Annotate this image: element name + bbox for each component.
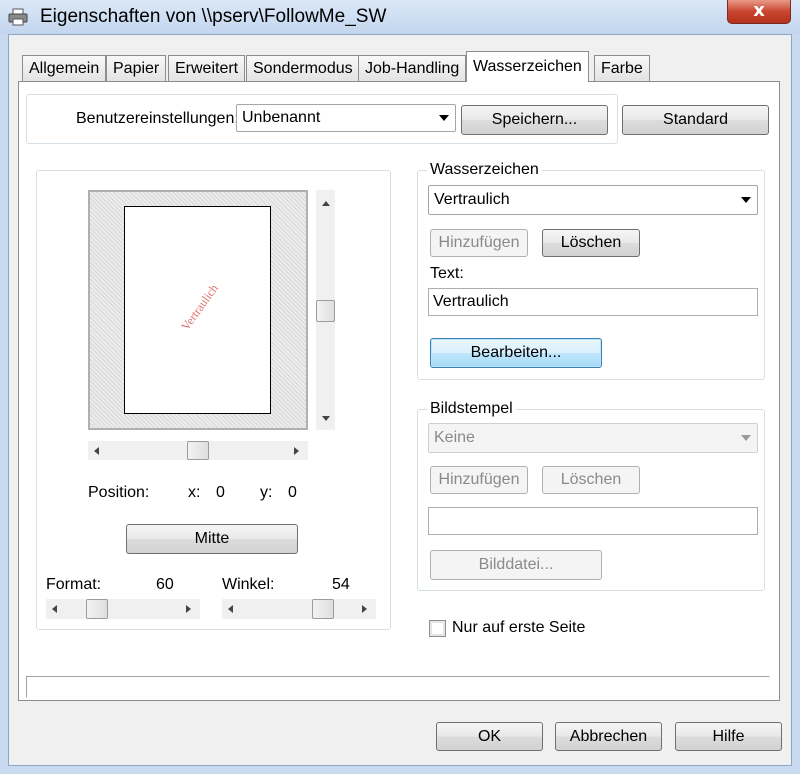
angle-label: Winkel:	[222, 576, 275, 593]
watermark-text-label: Text:	[430, 265, 464, 282]
stamp-file-field[interactable]	[428, 507, 758, 535]
status-strip	[26, 676, 770, 698]
horizontal-scroll-thumb[interactable]	[187, 441, 209, 460]
settings-select-value: Unbenannt	[242, 109, 321, 126]
angle-slider[interactable]	[222, 599, 376, 619]
angle-value: 54	[332, 576, 350, 593]
stamp-add-button[interactable]: Hinzufügen	[430, 466, 528, 494]
ok-button[interactable]: OK	[436, 722, 543, 751]
tab-papier[interactable]: Papier	[106, 55, 167, 81]
save-button[interactable]: Speichern...	[461, 105, 608, 135]
watermark-delete-button[interactable]: Löschen	[542, 229, 640, 257]
chevron-down-icon	[741, 197, 751, 203]
format-decrease-icon[interactable]	[52, 605, 57, 613]
cancel-button[interactable]: Abbrechen	[555, 722, 662, 751]
stamp-group-legend: Bildstempel	[427, 400, 516, 418]
scroll-left-icon[interactable]	[94, 447, 99, 455]
vertical-scroll-thumb[interactable]	[316, 300, 335, 322]
watermark-select[interactable]: Vertraulich	[428, 185, 758, 215]
first-page-only-label[interactable]: Nur auf erste Seite	[452, 619, 585, 637]
help-button[interactable]: Hilfe	[675, 722, 782, 751]
printer-icon	[8, 8, 28, 26]
tab-allgemein[interactable]: Allgemein	[22, 55, 107, 81]
y-label: y:	[260, 484, 273, 501]
image-file-button[interactable]: Bilddatei...	[430, 550, 602, 580]
tab-sondermodus[interactable]: Sondermodus	[246, 55, 360, 81]
x-label: x:	[188, 484, 201, 501]
settings-label: Benutzereinstellungen:	[76, 110, 239, 127]
angle-decrease-icon[interactable]	[228, 605, 233, 613]
tab-erweitert[interactable]: Erweitert	[168, 55, 246, 81]
close-button[interactable]: x	[727, 0, 791, 24]
watermark-group-legend: Wasserzeichen	[427, 161, 542, 179]
y-value: 0	[288, 484, 297, 501]
format-slider[interactable]	[46, 599, 200, 619]
angle-slider-thumb[interactable]	[312, 599, 334, 619]
angle-increase-icon[interactable]	[362, 605, 367, 613]
window-title: Eigenschaften von \\pserv\FollowMe_SW	[40, 6, 387, 27]
tab-farbe[interactable]: Farbe	[594, 55, 650, 81]
close-icon: x	[753, 0, 765, 21]
settings-select[interactable]: Unbenannt	[236, 104, 456, 132]
default-button[interactable]: Standard	[622, 105, 769, 135]
format-increase-icon[interactable]	[186, 605, 191, 613]
chevron-down-icon	[439, 115, 449, 121]
scroll-down-icon[interactable]	[322, 416, 330, 421]
watermark-text-field[interactable]: Vertraulich	[428, 288, 758, 316]
scroll-up-icon[interactable]	[322, 201, 330, 206]
stamp-select-value: Keine	[434, 429, 475, 446]
center-button[interactable]: Mitte	[126, 524, 298, 554]
stamp-select[interactable]: Keine	[428, 423, 758, 453]
tab-job-handling[interactable]: Job-Handling	[358, 55, 467, 81]
first-page-only-checkbox[interactable]	[429, 620, 446, 637]
watermark-select-value: Vertraulich	[434, 191, 510, 208]
watermark-add-button[interactable]: Hinzufügen	[430, 229, 528, 257]
position-label: Position:	[88, 484, 150, 501]
x-value: 0	[216, 484, 225, 501]
format-slider-thumb[interactable]	[86, 599, 108, 619]
format-label: Format:	[46, 576, 102, 593]
edit-button[interactable]: Bearbeiten...	[430, 338, 602, 368]
stamp-delete-button[interactable]: Löschen	[542, 466, 640, 494]
scroll-right-icon[interactable]	[294, 447, 299, 455]
format-value: 60	[156, 576, 174, 593]
tab-wasserzeichen[interactable]: Wasserzeichen	[466, 51, 589, 82]
chevron-down-icon	[741, 435, 751, 441]
